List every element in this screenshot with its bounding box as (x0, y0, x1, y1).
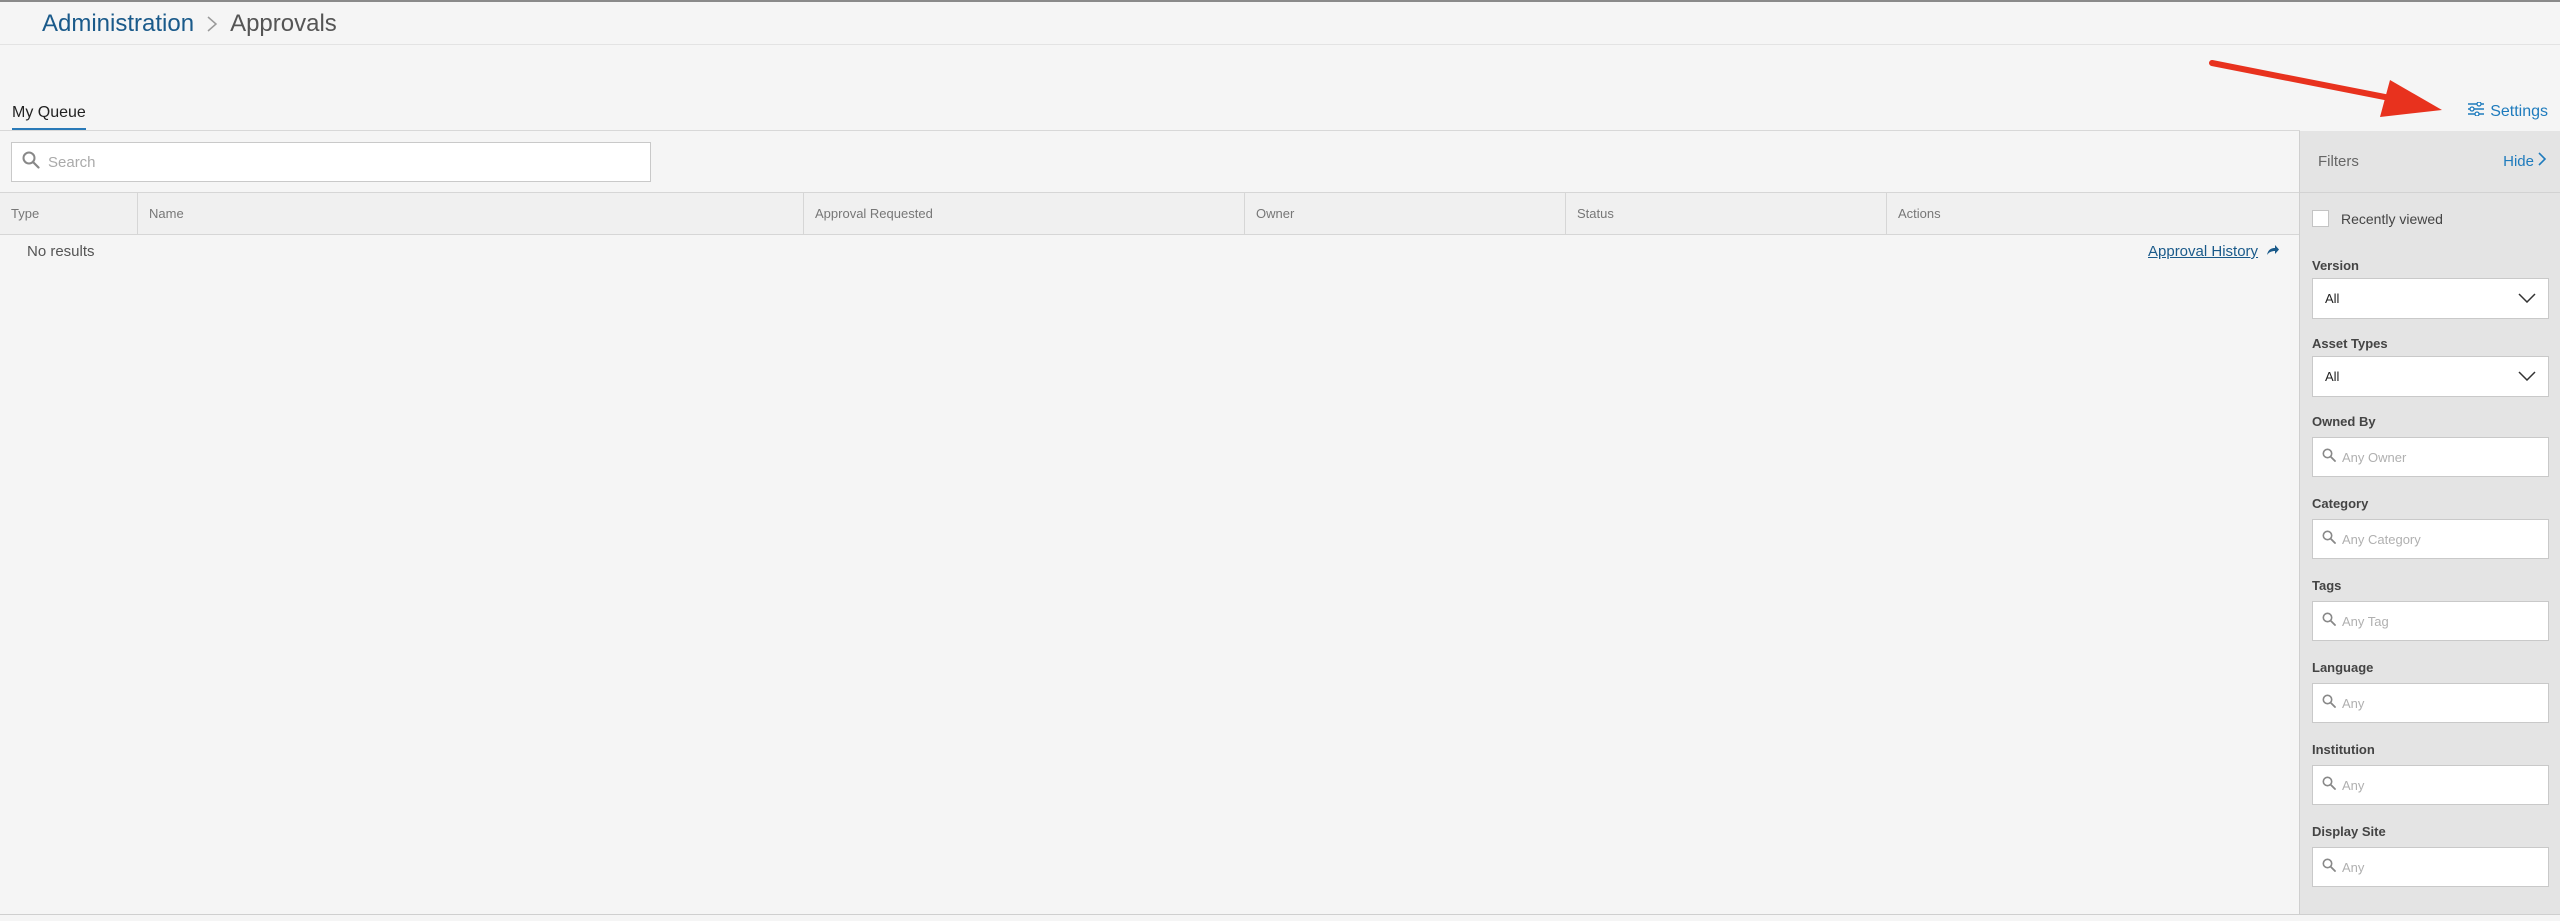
column-header-type[interactable]: Type (0, 193, 138, 234)
chevron-down-icon (2518, 369, 2536, 384)
share-arrow-icon (2266, 243, 2280, 260)
chevron-right-icon (2538, 152, 2547, 170)
recently-viewed-label: Recently viewed (2341, 210, 2443, 227)
table-header: Type Name Approval Requested Owner Statu… (0, 192, 2300, 235)
tab-my-queue[interactable]: My Queue (12, 104, 86, 131)
hide-label: Hide (2503, 152, 2534, 170)
top-border (0, 0, 2560, 2)
filters-header: Filters Hide (2300, 131, 2560, 193)
empty-state-text: No results (27, 243, 95, 260)
hide-filters-button[interactable]: Hide (2503, 152, 2547, 170)
breadcrumb: Administration Approvals (42, 8, 337, 40)
settings-button[interactable]: Settings (2468, 101, 2548, 121)
approval-history-label: Approval History (2148, 243, 2259, 260)
asset-types-select[interactable]: All (2312, 356, 2549, 397)
column-header-name[interactable]: Name (138, 193, 804, 234)
search-icon (2322, 858, 2336, 877)
tags-label: Tags (2312, 578, 2342, 593)
chevron-right-icon (198, 12, 226, 36)
search-icon (2322, 694, 2336, 713)
display-site-field[interactable] (2312, 847, 2549, 887)
category-input[interactable] (2342, 522, 2548, 556)
search-icon (22, 151, 40, 174)
sliders-icon (2468, 101, 2485, 121)
column-header-owner[interactable]: Owner (1245, 193, 1566, 234)
search-icon (2322, 612, 2336, 631)
display-site-input[interactable] (2342, 850, 2548, 884)
search-box[interactable] (11, 142, 651, 182)
asset-types-value: All (2325, 369, 2340, 384)
owned-by-field[interactable] (2312, 437, 2549, 477)
recently-viewed-checkbox[interactable] (2312, 210, 2329, 227)
column-header-actions: Actions (1898, 206, 1941, 221)
column-header-approval-requested[interactable]: Approval Requested (804, 193, 1245, 234)
search-icon (2322, 776, 2336, 795)
search-icon (2322, 448, 2336, 467)
institution-label: Institution (2312, 742, 2375, 757)
annotation-arrow (2209, 60, 2442, 117)
version-select[interactable]: All (2312, 278, 2549, 319)
chevron-down-icon (2518, 291, 2536, 306)
display-site-label: Display Site (2312, 824, 2386, 839)
approval-history-link[interactable]: Approval History (2148, 243, 2280, 260)
asset-types-label: Asset Types (2312, 336, 2388, 351)
settings-label: Settings (2490, 102, 2548, 120)
institution-input[interactable] (2342, 768, 2548, 802)
tags-input[interactable] (2342, 604, 2548, 638)
language-input[interactable] (2342, 686, 2548, 720)
tabs-divider (0, 130, 2300, 131)
category-label: Category (2312, 496, 2369, 511)
filters-panel: Filters Hide Recently viewed Version All… (2299, 131, 2560, 914)
header-divider (0, 44, 2560, 45)
version-value: All (2325, 291, 2340, 306)
filters-title: Filters (2318, 153, 2359, 170)
language-field[interactable] (2312, 683, 2549, 723)
owned-by-input[interactable] (2342, 440, 2548, 474)
version-label: Version (2312, 258, 2359, 273)
language-label: Language (2312, 660, 2374, 675)
search-input[interactable] (48, 144, 650, 180)
search-icon (2322, 530, 2336, 549)
recently-viewed-row: Recently viewed (2312, 210, 2443, 227)
column-header-status[interactable]: Status (1566, 193, 1887, 234)
page-title: Approvals (230, 10, 337, 37)
breadcrumb-administration-link[interactable]: Administration (42, 10, 194, 38)
tags-field[interactable] (2312, 601, 2549, 641)
category-field[interactable] (2312, 519, 2549, 559)
bottom-divider (0, 914, 2560, 915)
owned-by-label: Owned By (2312, 414, 2376, 429)
institution-field[interactable] (2312, 765, 2549, 805)
